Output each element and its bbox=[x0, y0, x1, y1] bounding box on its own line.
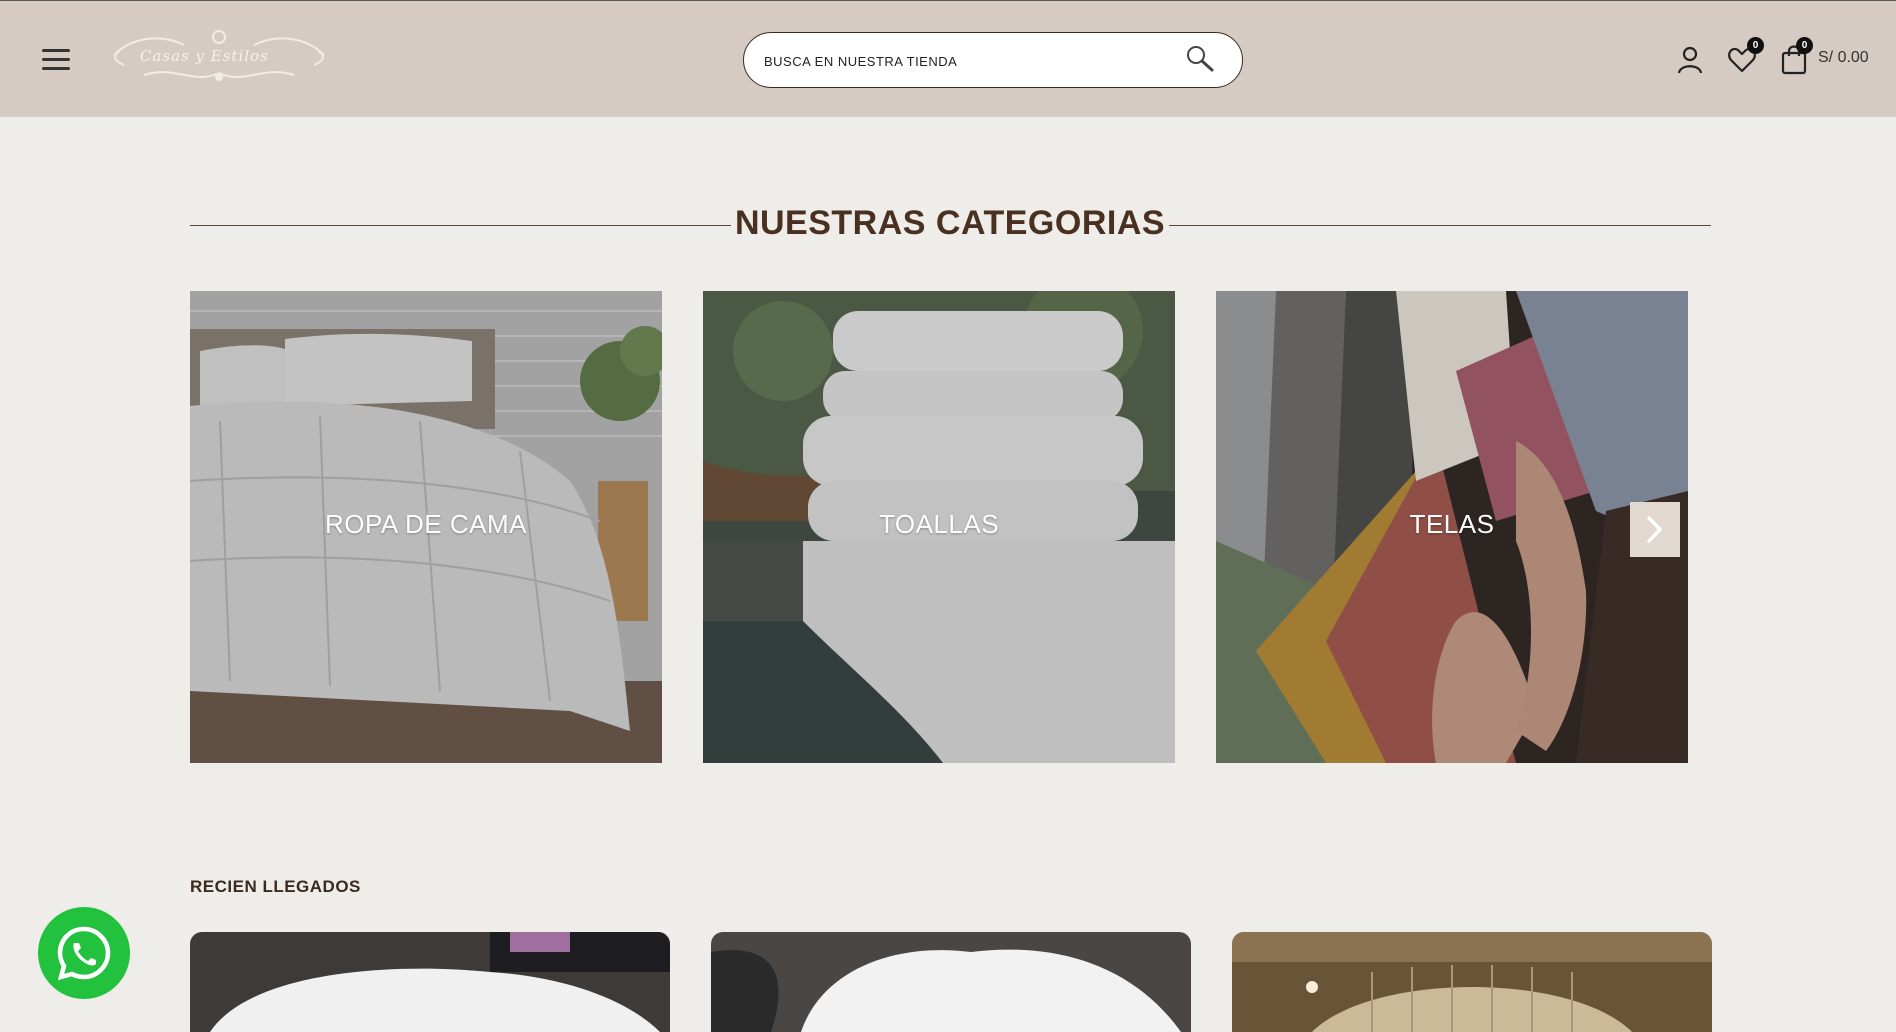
chevron-right-icon bbox=[1647, 516, 1662, 543]
divider bbox=[1169, 225, 1711, 226]
category-card-toallas[interactable]: TOALLAS bbox=[703, 291, 1175, 763]
user-icon[interactable] bbox=[1676, 45, 1704, 75]
search-bar bbox=[743, 32, 1243, 88]
category-card-ropa-de-cama[interactable]: ROPA DE CAMA bbox=[190, 291, 662, 763]
site-header: Casas y Estilos 0 0 S/ 0.00 bbox=[0, 0, 1896, 117]
whatsapp-button[interactable] bbox=[38, 907, 130, 999]
logo-text: Casas y Estilos bbox=[140, 47, 269, 65]
category-label: TELAS bbox=[1409, 509, 1495, 539]
categories-heading: NUESTRAS CATEGORIAS bbox=[190, 200, 1711, 250]
product-image bbox=[711, 932, 1191, 1032]
cart-count-badge: 0 bbox=[1796, 37, 1813, 54]
product-image bbox=[1232, 932, 1712, 1032]
whatsapp-icon bbox=[57, 926, 111, 981]
product-card[interactable] bbox=[190, 932, 670, 1032]
search-input[interactable] bbox=[764, 47, 1164, 75]
category-label: ROPA DE CAMA bbox=[324, 509, 527, 539]
search-icon[interactable] bbox=[1184, 43, 1216, 75]
category-card-telas[interactable]: TELAS bbox=[1216, 291, 1688, 763]
divider bbox=[190, 225, 731, 226]
product-card[interactable] bbox=[711, 932, 1191, 1032]
wishlist-count-badge: 0 bbox=[1747, 37, 1764, 54]
carousel-next-button[interactable] bbox=[1630, 502, 1680, 557]
recent-arrivals-title: RECIEN LLEGADOS bbox=[190, 877, 361, 896]
logo[interactable]: Casas y Estilos bbox=[104, 25, 334, 85]
cart-total[interactable]: S/ 0.00 bbox=[1818, 49, 1869, 67]
menu-icon[interactable] bbox=[42, 49, 70, 71]
product-image bbox=[190, 932, 670, 1032]
section-title: NUESTRAS CATEGORIAS bbox=[734, 204, 1166, 242]
product-card[interactable] bbox=[1232, 932, 1712, 1032]
category-label: TOALLAS bbox=[878, 509, 1000, 539]
